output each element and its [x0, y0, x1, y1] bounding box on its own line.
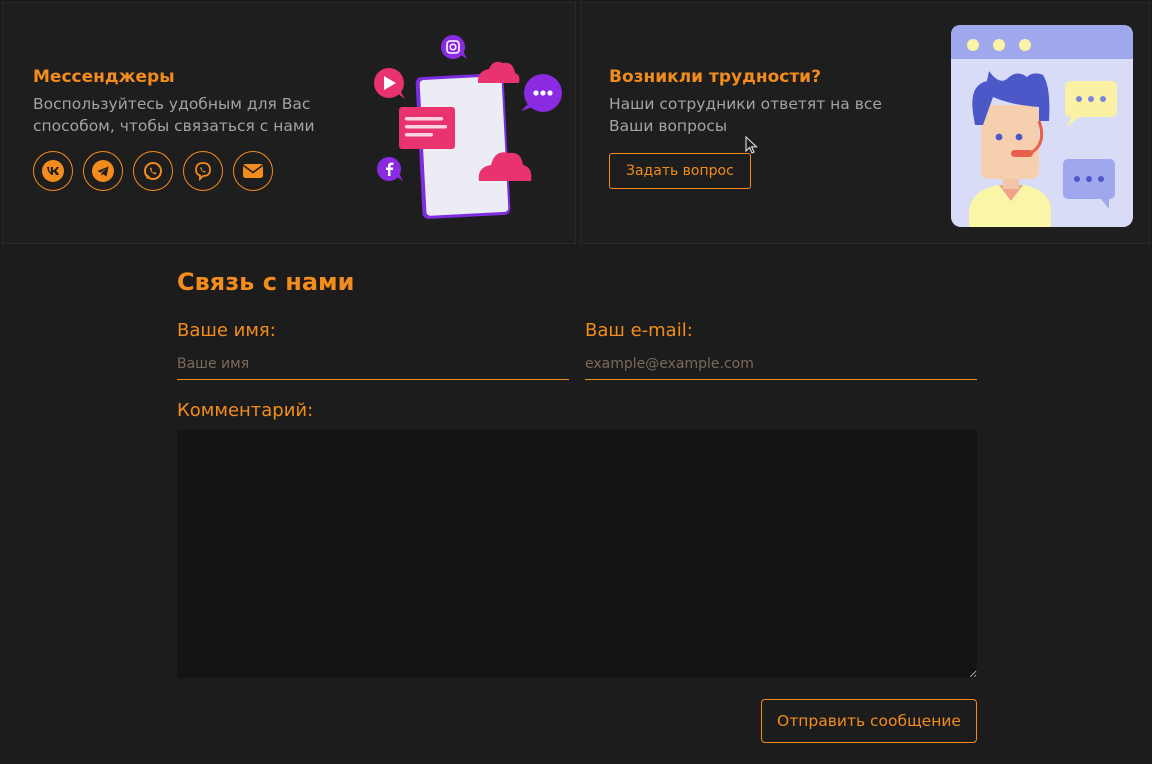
mail-button[interactable]: [233, 151, 273, 191]
support-card: Возникли трудности? Наши сотрудники отве…: [580, 2, 1150, 244]
mail-icon: [242, 160, 264, 182]
ask-question-button[interactable]: Задать вопрос: [609, 153, 751, 189]
telegram-button[interactable]: [83, 151, 123, 191]
viber-icon: [192, 160, 214, 182]
contact-title: Связь с нами: [177, 268, 355, 296]
support-illustration: [951, 25, 1133, 227]
messengers-illustration: [365, 31, 569, 227]
name-label: Ваше имя:: [177, 320, 276, 341]
messengers-title: Мессенджеры: [33, 67, 175, 87]
email-input[interactable]: [585, 348, 977, 380]
email-label: Ваш e-mail:: [585, 320, 693, 341]
name-input[interactable]: [177, 348, 569, 380]
vk-button[interactable]: [33, 151, 73, 191]
comment-label: Комментарий:: [177, 400, 314, 421]
whatsapp-button[interactable]: [133, 151, 173, 191]
vk-icon: [42, 160, 64, 182]
whatsapp-icon: [142, 160, 164, 182]
messengers-description: Воспользуйтесь удобным для Вас способом,…: [33, 95, 315, 135]
telegram-icon: [92, 160, 114, 182]
info-cards: Мессенджеры Воспользуйтесь удобным для В…: [0, 0, 1152, 246]
send-message-button[interactable]: Отправить сообщение: [761, 699, 977, 743]
support-title: Возникли трудности?: [609, 67, 821, 87]
support-description: Наши сотрудники ответят на все Ваши вопр…: [609, 95, 882, 135]
viber-button[interactable]: [183, 151, 223, 191]
mouse-cursor-icon: [745, 136, 758, 154]
contact-form: Связь с нами Ваше имя: Ваш e-mail: Комме…: [0, 246, 1152, 764]
messengers-card: Мессенджеры Воспользуйтесь удобным для В…: [2, 2, 576, 244]
comment-textarea[interactable]: [177, 430, 977, 678]
social-links: [33, 151, 273, 191]
